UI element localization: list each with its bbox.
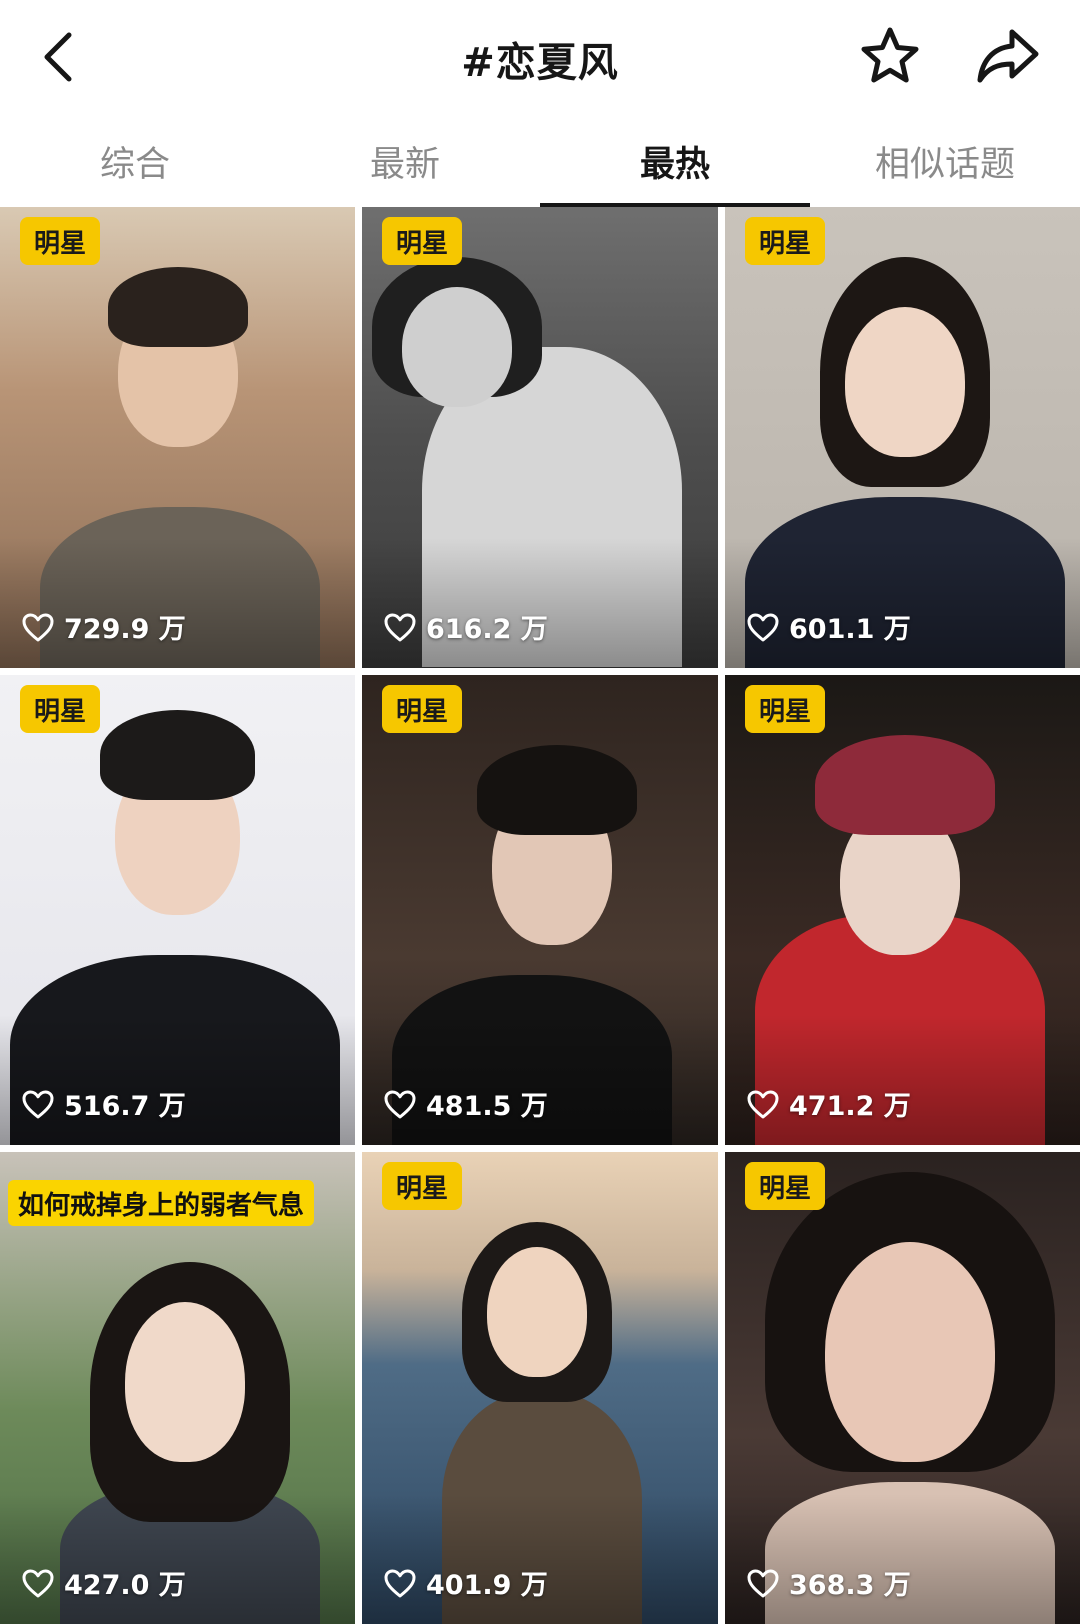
tab-hottest[interactable]: 最热 <box>540 115 810 207</box>
category-badge: 明星 <box>20 217 101 265</box>
like-count-value: 616.2 万 <box>426 614 548 645</box>
share-button[interactable] <box>974 24 1042 88</box>
category-badge: 明星 <box>382 1162 463 1210</box>
favorite-button[interactable] <box>858 24 922 88</box>
top-bar: #恋夏风 <box>0 0 1080 115</box>
video-card[interactable]: 明星 368.3 万 <box>725 1152 1080 1624</box>
like-count-value: 601.1 万 <box>789 614 911 645</box>
video-caption-banner: 如何戒掉身上的弱者气息 <box>8 1180 315 1226</box>
video-card[interactable]: 明星 601.1 万 <box>725 207 1080 668</box>
like-count-value: 401.9 万 <box>426 1570 548 1601</box>
like-count: 471.2 万 <box>747 1084 911 1123</box>
like-count: 401.9 万 <box>384 1563 548 1602</box>
tab-bar: 综合 最新 最热 相似话题 <box>0 115 1080 207</box>
heart-icon <box>22 613 54 641</box>
heart-icon <box>384 1569 416 1597</box>
share-arrow-icon <box>977 29 1039 83</box>
video-card[interactable]: 如何戒掉身上的弱者气息 427.0 万 <box>0 1152 355 1624</box>
video-card[interactable]: 明星 516.7 万 <box>0 675 355 1145</box>
category-badge: 明星 <box>20 685 101 733</box>
video-card[interactable]: 明星 401.9 万 <box>362 1152 718 1624</box>
star-icon <box>861 27 919 83</box>
heart-icon <box>22 1090 54 1118</box>
tab-latest[interactable]: 最新 <box>270 115 540 207</box>
category-badge: 明星 <box>382 217 463 265</box>
heart-icon <box>384 1090 416 1118</box>
category-badge: 明星 <box>745 1162 826 1210</box>
heart-icon <box>384 613 416 641</box>
like-count-value: 481.5 万 <box>426 1091 548 1122</box>
like-count: 729.9 万 <box>22 607 186 646</box>
heart-icon <box>747 1090 779 1118</box>
tab-comprehensive[interactable]: 综合 <box>0 115 270 207</box>
like-count: 616.2 万 <box>384 607 548 646</box>
like-count-value: 471.2 万 <box>789 1091 911 1122</box>
like-count: 427.0 万 <box>22 1563 186 1602</box>
heart-icon <box>22 1569 54 1597</box>
like-count-value: 427.0 万 <box>64 1570 186 1601</box>
like-count-value: 368.3 万 <box>789 1570 911 1601</box>
like-count: 368.3 万 <box>747 1563 911 1602</box>
heart-icon <box>747 613 779 641</box>
heart-icon <box>747 1569 779 1597</box>
like-count: 601.1 万 <box>747 607 911 646</box>
like-count-value: 729.9 万 <box>64 614 186 645</box>
like-count: 481.5 万 <box>384 1084 548 1123</box>
like-count-value: 516.7 万 <box>64 1091 186 1122</box>
video-card[interactable]: 明星 729.9 万 <box>0 207 355 668</box>
category-badge: 明星 <box>745 217 826 265</box>
video-card[interactable]: 明星 471.2 万 <box>725 675 1080 1145</box>
category-badge: 明星 <box>745 685 826 733</box>
video-card[interactable]: 明星 616.2 万 <box>362 207 718 668</box>
video-card[interactable]: 明星 481.5 万 <box>362 675 718 1145</box>
category-badge: 明星 <box>382 685 463 733</box>
tab-similar-topics[interactable]: 相似话题 <box>810 115 1080 207</box>
like-count: 516.7 万 <box>22 1084 186 1123</box>
